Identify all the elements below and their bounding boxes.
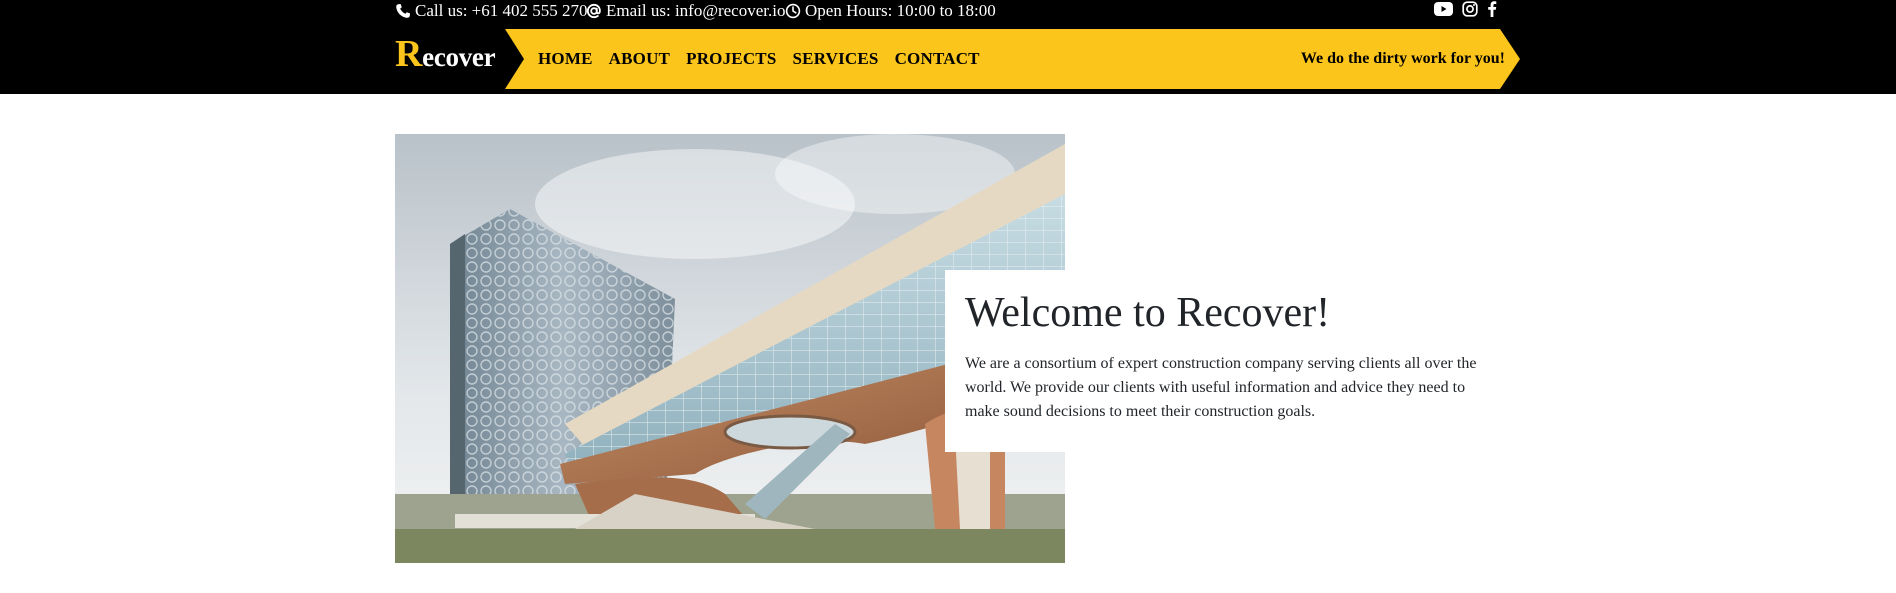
phone-contact[interactable]: Call us: +61 402 555 270: [395, 0, 588, 22]
phone-icon: [395, 3, 411, 19]
site-header: Call us: +61 402 555 270 Email us: info@…: [0, 0, 1896, 94]
instagram-icon: [1462, 0, 1478, 22]
logo-rest: ecover: [422, 42, 496, 72]
nav-contact[interactable]: CONTACT: [895, 49, 980, 69]
youtube-link[interactable]: [1434, 1, 1453, 21]
phone-text: Call us: +61 402 555 270: [415, 1, 588, 20]
facebook-icon: [1487, 0, 1497, 22]
logo-first-letter: R: [395, 33, 423, 75]
clock-icon: [785, 3, 801, 19]
youtube-icon: [1434, 1, 1453, 21]
top-info-bar: Call us: +61 402 555 270 Email us: info@…: [395, 0, 1497, 22]
instagram-link[interactable]: [1462, 0, 1478, 22]
social-links: [1425, 0, 1497, 22]
hours-text: Open Hours: 10:00 to 18:00: [805, 1, 996, 20]
nav-tagline: We do the dirty work for you!: [1300, 50, 1505, 67]
nav-about[interactable]: ABOUT: [609, 49, 670, 69]
site-logo[interactable]: Recover: [395, 33, 496, 75]
nav-home[interactable]: HOME: [538, 49, 593, 69]
at-icon: [586, 3, 602, 19]
welcome-card: Welcome to Recover! We are a consortium …: [945, 270, 1505, 452]
nav-projects[interactable]: PROJECTS: [686, 49, 776, 69]
main-nav-row: Recover HOME ABOUT PROJECTS SERVICES CON…: [395, 29, 1527, 89]
facebook-link[interactable]: [1487, 0, 1497, 22]
welcome-paragraph: We are a consortium of expert constructi…: [965, 355, 1477, 421]
nav-services[interactable]: SERVICES: [793, 49, 879, 69]
primary-nav: HOME ABOUT PROJECTS SERVICES CONTACT: [538, 29, 996, 89]
email-text: Email us: info@recover.io: [606, 1, 786, 20]
welcome-heading: Welcome to Recover!: [965, 290, 1331, 336]
email-contact[interactable]: Email us: info@recover.io: [586, 0, 785, 22]
hours-info: Open Hours: 10:00 to 18:00: [785, 0, 996, 22]
